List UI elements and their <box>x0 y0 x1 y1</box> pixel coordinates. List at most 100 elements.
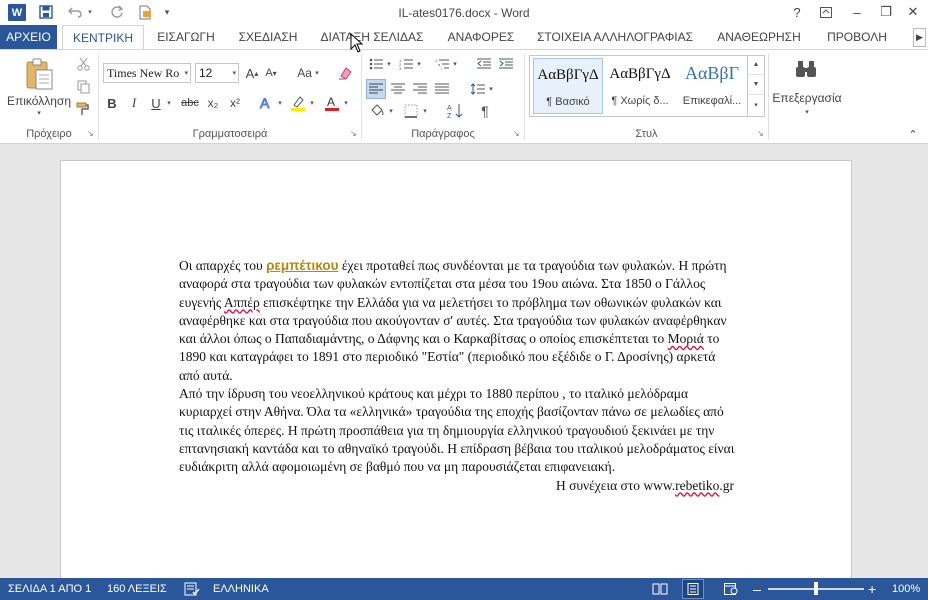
superscript-button[interactable]: x² <box>227 95 243 111</box>
redo-icon[interactable] <box>108 3 126 21</box>
zoom-out-button[interactable]: – <box>753 578 761 600</box>
style-no-spacing[interactable]: ΑαΒβΓγΔ ¶ Χωρίς δ... <box>605 58 675 114</box>
clipboard-launcher-icon[interactable]: ↘ <box>87 130 95 138</box>
align-right-button[interactable] <box>412 80 428 98</box>
change-case-icon[interactable]: Aa ▾ <box>293 65 323 81</box>
font-color-dropdown-icon[interactable]: ▾ <box>342 99 350 107</box>
paragraph-launcher-icon[interactable]: ↘ <box>513 130 521 138</box>
paste-button[interactable]: Επικόλληση <box>2 94 76 108</box>
italic-button[interactable]: I <box>127 95 141 111</box>
zoom-in-button[interactable]: + <box>868 578 876 600</box>
undo-dropdown-icon[interactable]: ▾ <box>86 3 94 21</box>
tab-scroll-right-icon[interactable]: ▶ <box>913 28 926 47</box>
tab-design[interactable]: ΣΧΕΔΙΑΣΗ <box>232 25 304 49</box>
editing-button[interactable]: Επεξεργασία <box>769 91 845 105</box>
continue-line[interactable]: Η συνέχεια στο www.rebetiko.gr <box>179 477 739 495</box>
font-launcher-icon[interactable]: ↘ <box>350 130 358 138</box>
increase-indent-icon[interactable] <box>498 56 514 72</box>
line-spacing-dropdown-icon[interactable]: ▾ <box>487 85 495 93</box>
web-layout-icon[interactable] <box>720 579 742 599</box>
ribbon-display-options-icon[interactable] <box>812 1 840 23</box>
word-app-icon[interactable]: W <box>8 4 26 21</box>
read-mode-icon[interactable] <box>649 579 671 599</box>
format-painter-icon[interactable] <box>75 101 91 117</box>
shading-dropdown-icon[interactable]: ▾ <box>387 107 395 115</box>
bold-button[interactable]: B <box>105 95 119 111</box>
document-page[interactable]: Οι απαρχές του ρεμπέτικου έχει προταθεί … <box>60 160 852 578</box>
quick-print-icon[interactable] <box>136 3 154 21</box>
help-icon[interactable]: ? <box>783 1 811 23</box>
word-count[interactable]: 160 ΛΕΞΕΙΣ <box>107 578 167 600</box>
font-size-box[interactable]: 12 ▾ <box>195 63 239 83</box>
shrink-font-icon[interactable]: A ▾ <box>263 65 279 81</box>
tab-review[interactable]: ΑΝΑΘΕΩΡΗΣΗ <box>708 25 810 49</box>
numbering-dropdown-icon[interactable]: ▾ <box>415 60 423 68</box>
zoom-level[interactable]: 100% <box>892 578 920 600</box>
bullets-dropdown-icon[interactable]: ▾ <box>385 60 393 68</box>
paste-icon[interactable] <box>22 56 56 92</box>
maximize-button[interactable]: ❐ <box>872 1 900 23</box>
font-color-icon[interactable]: A <box>323 94 341 112</box>
tab-home[interactable]: ΚΕΝΤΡΙΚΗ <box>62 25 144 50</box>
collapse-ribbon-icon[interactable]: ⌃ <box>906 128 920 141</box>
text-effects-dropdown-icon[interactable]: ▾ <box>276 99 284 107</box>
hyperlink-rebetiko[interactable]: ρεμπέτικου <box>266 258 338 273</box>
gallery-up-icon[interactable]: ▲ <box>748 55 764 75</box>
editing-dropdown-icon[interactable]: ▾ <box>803 108 811 116</box>
minimize-button[interactable]: – <box>843 1 871 23</box>
borders-icon[interactable] <box>402 102 420 120</box>
language-indicator[interactable]: ΕΛΛΗΝΙΚΑ <box>213 578 269 600</box>
text-effects-icon[interactable]: A <box>257 94 275 112</box>
styles-launcher-icon[interactable]: ↘ <box>757 130 765 138</box>
bullets-icon[interactable] <box>368 56 384 72</box>
gallery-down-icon[interactable]: ▼ <box>748 75 764 95</box>
close-button[interactable]: ✕ <box>899 1 927 23</box>
align-left-button[interactable] <box>366 79 386 99</box>
clear-formatting-icon[interactable] <box>337 64 353 82</box>
tab-mailings[interactable]: ΣΤΟΙΧΕΙΑ ΑΛΛΗΛΟΓΡΑΦΙΑΣ <box>530 25 700 49</box>
spelling-error[interactable]: Μοριά <box>668 331 704 346</box>
multilevel-list-icon[interactable]: 1ai <box>434 56 450 72</box>
spelling-error[interactable]: rebetiko <box>675 478 719 493</box>
shading-icon[interactable] <box>368 102 386 120</box>
line-spacing-icon[interactable] <box>470 80 486 98</box>
proofing-icon[interactable] <box>184 578 200 600</box>
grow-font-icon[interactable]: A ▴ <box>244 65 260 81</box>
save-icon[interactable] <box>37 3 55 21</box>
paste-dropdown-icon[interactable]: ▾ <box>34 109 44 117</box>
document-area[interactable]: Οι απαρχές του ρεμπέτικου έχει προταθεί … <box>0 144 928 578</box>
decrease-indent-icon[interactable] <box>476 56 492 72</box>
binoculars-icon[interactable] <box>791 55 821 83</box>
highlight-color-icon[interactable] <box>289 94 307 112</box>
subscript-button[interactable]: x₂ <box>205 95 221 111</box>
tab-references[interactable]: ΑΝΑΦΟΡΕΣ <box>440 25 522 49</box>
strikethrough-button[interactable]: abc <box>179 95 201 111</box>
align-center-button[interactable] <box>390 80 406 98</box>
font-name-box[interactable]: Times New Ro ▾ <box>103 63 191 83</box>
gallery-more-icon[interactable]: ▾ <box>748 95 764 115</box>
multilevel-dropdown-icon[interactable]: ▾ <box>451 60 459 68</box>
customize-qat-icon[interactable]: ▾ <box>162 3 172 21</box>
borders-dropdown-icon[interactable]: ▾ <box>421 107 429 115</box>
sort-icon[interactable]: AZ <box>446 102 464 120</box>
document-body[interactable]: Οι απαρχές του ρεμπέτικου έχει προταθεί … <box>179 257 739 495</box>
justify-button[interactable] <box>434 80 450 98</box>
paragraph-1[interactable]: Οι απαρχές του ρεμπέτικου έχει προταθεί … <box>179 257 739 385</box>
copy-icon[interactable] <box>75 79 91 95</box>
tab-insert[interactable]: ΕΙΣΑΓΩΓΗ <box>150 25 222 49</box>
tab-view[interactable]: ΠΡΟΒΟΛΗ <box>818 25 896 49</box>
style-heading-1[interactable]: ΑαΒβΓ Επικεφαλί... <box>677 58 747 114</box>
undo-icon[interactable] <box>66 3 84 21</box>
show-formatting-icon[interactable]: ¶ <box>476 102 494 120</box>
cut-icon[interactable] <box>75 56 91 72</box>
highlight-dropdown-icon[interactable]: ▾ <box>308 99 316 107</box>
spelling-error[interactable]: Αππέρ <box>224 295 260 310</box>
page-count[interactable]: ΣΕΛΙΔΑ 1 ΑΠΟ 1 <box>8 578 91 600</box>
style-normal[interactable]: ΑαΒβΓγΔ ¶ Βασικό <box>533 58 603 114</box>
tab-page-layout[interactable]: ΔΙΑΤΑΞΗ ΣΕΛΙΔΑΣ <box>312 25 432 49</box>
underline-dropdown-icon[interactable]: ▾ <box>165 99 173 107</box>
tab-file[interactable]: ΑΡΧΕΙΟ <box>0 25 57 49</box>
zoom-slider-thumb[interactable] <box>814 582 818 595</box>
numbering-icon[interactable]: 123 <box>398 56 414 72</box>
print-layout-icon[interactable] <box>682 579 704 599</box>
